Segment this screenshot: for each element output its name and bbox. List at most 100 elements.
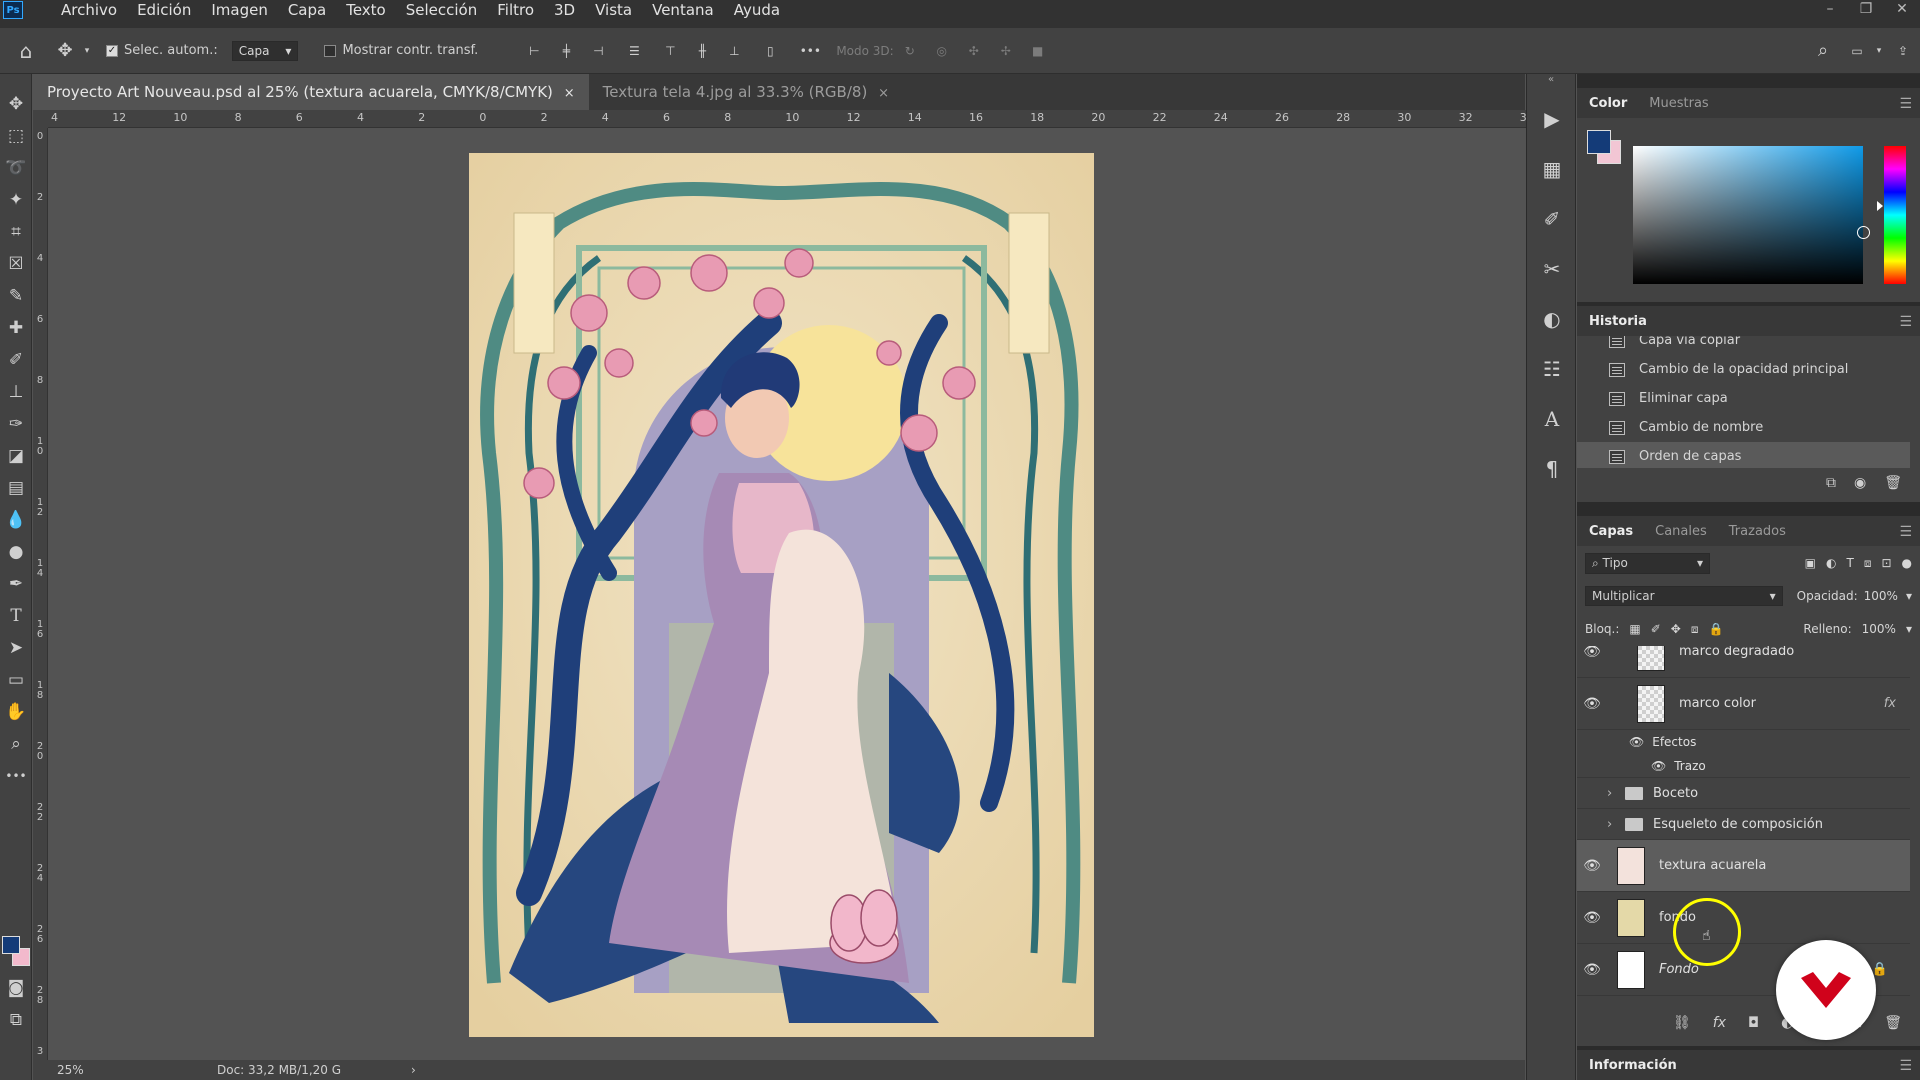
- menu-ayuda[interactable]: Ayuda: [724, 0, 790, 20]
- more-options-button[interactable]: •••: [790, 44, 830, 58]
- path-selection-tool-icon[interactable]: ➤: [0, 632, 32, 664]
- status-menu-arrow[interactable]: ›: [411, 1063, 416, 1077]
- screen-mode-icon[interactable]: ⧉: [0, 1004, 32, 1036]
- foreground-color-swatch[interactable]: [2, 936, 20, 954]
- tab-textura-tela[interactable]: Textura tela 4.jpg al 33.3% (RGB/8) ×: [589, 74, 903, 110]
- character-icon[interactable]: A: [1527, 394, 1577, 444]
- dodge-tool-icon[interactable]: ●: [0, 536, 32, 568]
- link-layers-icon[interactable]: ⛓: [1673, 1015, 1691, 1031]
- visibility-toggle[interactable]: 👁: [1577, 816, 1607, 832]
- color-swatches[interactable]: [2, 936, 32, 966]
- layer-name[interactable]: marco degradado: [1679, 646, 1794, 659]
- layer-name[interactable]: Boceto: [1653, 786, 1698, 801]
- filter-shape-icon[interactable]: ⧈: [1864, 556, 1872, 571]
- collapse-dock-icon[interactable]: «: [1527, 74, 1575, 94]
- layer-row-fondo[interactable]: 👁 fondo: [1577, 892, 1910, 944]
- align-left-icon[interactable]: ⊢: [518, 44, 550, 58]
- tab-close-icon[interactable]: ×: [564, 86, 575, 101]
- expand-group-icon[interactable]: ›: [1607, 817, 1621, 832]
- move-tool-icon[interactable]: ✥: [52, 40, 78, 61]
- opacity-chevron-icon[interactable]: ▾: [1906, 589, 1912, 603]
- filter-toggle-icon[interactable]: ●: [1902, 556, 1912, 570]
- tab-color[interactable]: Color: [1589, 96, 1627, 111]
- visibility-eye-icon[interactable]: 👁: [1577, 858, 1607, 874]
- lock-transparency-icon[interactable]: ▦: [1629, 622, 1640, 636]
- lock-all-icon[interactable]: 🔒: [1709, 622, 1724, 636]
- history-brush-source-toggle[interactable]: [1585, 420, 1601, 436]
- minimize-icon[interactable]: –: [1812, 0, 1848, 20]
- history-brush-tool-icon[interactable]: ✑: [0, 408, 32, 440]
- healing-brush-tool-icon[interactable]: ✚: [0, 312, 32, 344]
- lasso-tool-icon[interactable]: ➰: [0, 152, 32, 184]
- visibility-eye-icon[interactable]: 👁: [1577, 646, 1607, 660]
- workspace-chevron-icon[interactable]: ▾: [1872, 46, 1886, 56]
- layer-group-boceto[interactable]: 👁 › Boceto: [1577, 778, 1910, 809]
- history-item[interactable]: Cambio de la opacidad principal: [1577, 355, 1910, 384]
- align-vcenter-icon[interactable]: ╫: [686, 44, 718, 58]
- panel-menu-icon[interactable]: ☰: [1899, 1058, 1912, 1074]
- menu-archivo[interactable]: Archivo: [51, 0, 127, 20]
- brush-settings-icon[interactable]: ✐: [1527, 194, 1577, 244]
- history-brush-source-toggle[interactable]: [1585, 449, 1601, 465]
- visibility-toggle[interactable]: 👁: [1577, 785, 1607, 801]
- artwork-canvas[interactable]: [469, 153, 1094, 1037]
- gradient-tool-icon[interactable]: ▤: [0, 472, 32, 504]
- filter-type-icon[interactable]: T: [1846, 556, 1853, 570]
- fx-badge[interactable]: fx: [1884, 696, 1896, 711]
- filter-smart-object-icon[interactable]: ⊡: [1881, 556, 1891, 570]
- hue-slider[interactable]: [1884, 146, 1906, 284]
- layer-name[interactable]: marco color: [1679, 696, 1756, 711]
- panel-menu-icon[interactable]: ☰: [1899, 96, 1912, 112]
- 3d-rotate-icon[interactable]: ↻: [894, 44, 926, 58]
- layer-row-marco-color[interactable]: 👁 marco color fx: [1577, 678, 1910, 730]
- align-right-icon[interactable]: ⊣: [582, 44, 614, 58]
- 3d-camera-icon[interactable]: ■: [1022, 44, 1054, 58]
- hand-tool-icon[interactable]: ✋: [0, 696, 32, 728]
- info-title[interactable]: Información: [1589, 1058, 1677, 1073]
- distribute-vertical-icon[interactable]: ▯: [750, 44, 790, 58]
- tab-proyecto-art-nouveau[interactable]: Proyecto Art Nouveau.psd al 25% (textura…: [33, 74, 589, 110]
- delete-layer-icon[interactable]: 🗑: [1884, 1015, 1902, 1031]
- workspace-icon[interactable]: ▭: [1842, 44, 1872, 58]
- history-list[interactable]: Capa vía copiar Cambio de la opacidad pr…: [1577, 336, 1920, 468]
- layer-group-esqueleto[interactable]: 👁 › Esqueleto de composición: [1577, 809, 1910, 840]
- menu-seleccion[interactable]: Selección: [396, 0, 488, 20]
- layer-name[interactable]: textura acuarela: [1659, 858, 1766, 873]
- type-tool-icon[interactable]: T: [0, 600, 32, 632]
- distribute-icon[interactable]: ☰: [614, 44, 654, 58]
- clone-stamp-tool-icon[interactable]: ⊥: [0, 376, 32, 408]
- history-item-current[interactable]: Orden de capas: [1577, 442, 1910, 468]
- history-brush-source-toggle[interactable]: [1585, 362, 1601, 378]
- opacity-value[interactable]: 100%: [1864, 589, 1898, 603]
- tab-canales[interactable]: Canales: [1655, 524, 1707, 539]
- share-icon[interactable]: ⇪: [1886, 44, 1920, 58]
- color-panel-swatches[interactable]: [1587, 130, 1621, 164]
- blend-mode-dropdown[interactable]: Multiplicar ▾: [1585, 586, 1783, 606]
- panel-menu-icon[interactable]: ☰: [1899, 524, 1912, 540]
- menu-edicion[interactable]: Edición: [127, 0, 201, 20]
- menu-capa[interactable]: Capa: [278, 0, 336, 20]
- tab-capas[interactable]: Capas: [1589, 524, 1633, 539]
- expand-group-icon[interactable]: ›: [1607, 786, 1621, 801]
- 3d-pan-icon[interactable]: ✣: [958, 44, 990, 58]
- visibility-eye-icon[interactable]: 👁: [1577, 962, 1607, 978]
- align-hcenter-icon[interactable]: ╪: [550, 44, 582, 58]
- home-icon[interactable]: ⌂: [0, 39, 52, 63]
- paragraph-icon[interactable]: ¶: [1527, 444, 1577, 494]
- foreground-color-swatch[interactable]: [1587, 130, 1611, 154]
- magic-wand-tool-icon[interactable]: ✦: [0, 184, 32, 216]
- filter-pixel-icon[interactable]: ▣: [1805, 556, 1816, 570]
- fill-value[interactable]: 100%: [1862, 622, 1896, 636]
- menu-ventana[interactable]: Ventana: [642, 0, 724, 20]
- layer-row-textura-acuarela[interactable]: 👁 textura acuarela: [1577, 840, 1910, 892]
- show-transform-checkbox[interactable]: [324, 44, 337, 57]
- tab-trazados[interactable]: Trazados: [1729, 524, 1786, 539]
- visibility-eye-icon[interactable]: 👁: [1577, 910, 1607, 926]
- marquee-tool-icon[interactable]: ⬚: [0, 120, 32, 152]
- clone-source-icon[interactable]: ✂: [1527, 244, 1577, 294]
- menu-3d[interactable]: 3D: [544, 0, 585, 20]
- actions-play-icon[interactable]: ▶: [1527, 94, 1577, 144]
- eraser-tool-icon[interactable]: ◪: [0, 440, 32, 472]
- menu-texto[interactable]: Texto: [336, 0, 396, 20]
- layer-row-marco-degradado[interactable]: 👁 marco degradado: [1577, 646, 1910, 678]
